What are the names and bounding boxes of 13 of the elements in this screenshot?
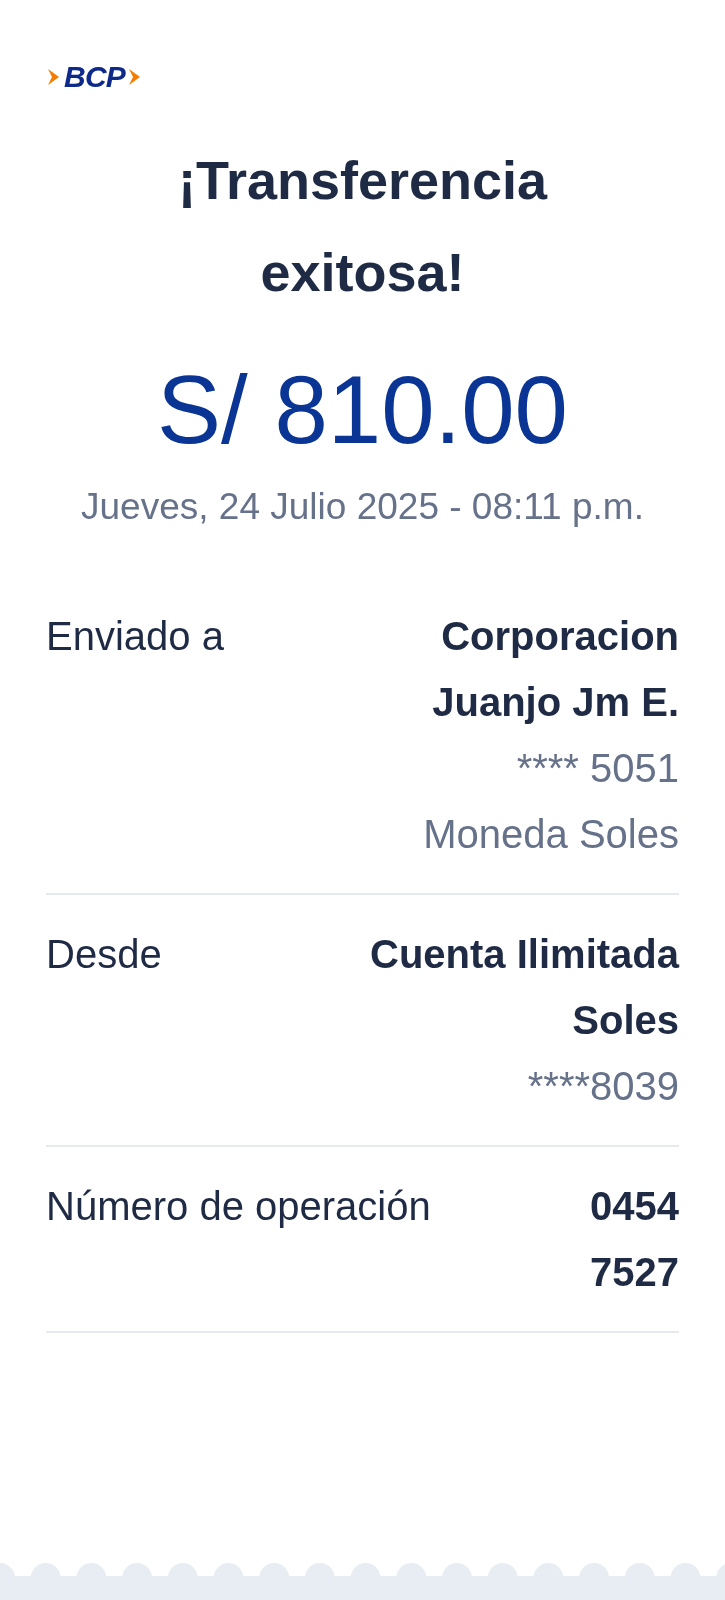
detail-info: Moneda Soles <box>423 811 679 858</box>
detail-value: Cuenta Ilimitada Soles <box>369 931 679 1044</box>
detail-label: Número de operación <box>46 1183 431 1230</box>
detail-value: 0454 7527 <box>589 1183 679 1296</box>
bank-logo: BCP <box>46 62 144 92</box>
detail-label: Desde <box>46 931 162 978</box>
amount: S/ 810.00 <box>156 362 569 458</box>
detail-value: Corporacion Juanjo Jm E. <box>431 613 679 726</box>
transfer-date: Jueves, 24 Julio 2025 - 08:11 p.m. <box>80 488 645 525</box>
detail-info: **** 5051 <box>516 745 679 792</box>
detail-label: Enviado a <box>46 613 224 660</box>
detail-info: ****8039 <box>527 1063 679 1110</box>
success-title: ¡Transferencia exitosa! <box>176 149 549 304</box>
